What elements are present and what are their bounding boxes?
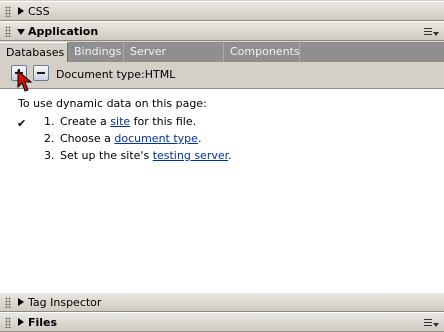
step-item: 1. Create a site for this file.	[44, 115, 197, 128]
grip-icon[interactable]	[5, 6, 11, 17]
collapse-arrow-icon[interactable]	[17, 29, 25, 35]
application-panel-header[interactable]: Application	[0, 21, 444, 41]
tab-components[interactable]: Components	[224, 42, 300, 62]
panel-options-menu-icon[interactable]	[424, 27, 439, 37]
document-type-link[interactable]: document type	[114, 132, 198, 145]
css-panel-header[interactable]: CSS	[0, 1, 444, 21]
files-panel-header[interactable]: Files	[0, 312, 444, 332]
files-panel-title: Files	[28, 316, 58, 329]
tag-inspector-panel-header[interactable]: Tag Inspector	[0, 292, 444, 312]
application-panel-title: Application	[28, 25, 99, 38]
step-item: 3. Set up the site's testing server.	[44, 149, 232, 162]
tag-inspector-panel-title: Tag Inspector	[28, 296, 102, 309]
expand-arrow-icon[interactable]	[18, 7, 24, 15]
tab-databases[interactable]: Databases	[0, 42, 68, 62]
databases-toolbar: Document type:HTML	[0, 62, 444, 88]
mouse-cursor-icon	[17, 70, 33, 92]
panel-options-menu-icon[interactable]	[424, 318, 439, 328]
grip-icon[interactable]	[5, 297, 11, 308]
testing-server-link[interactable]: testing server	[153, 149, 228, 162]
expand-arrow-icon[interactable]	[18, 298, 24, 306]
document-type-label: Document type:HTML	[56, 68, 176, 81]
step-item: 2. Choose a document type.	[44, 132, 202, 145]
checkmark-icon: ✔	[17, 117, 27, 130]
css-panel-title: CSS	[28, 5, 50, 18]
grip-icon[interactable]	[5, 26, 11, 37]
databases-content: To use dynamic data on this page: ✔ 1. Cr…	[0, 88, 444, 292]
tab-server-behaviors[interactable]: Server Behaviors	[124, 42, 224, 78]
expand-arrow-icon[interactable]	[18, 318, 24, 326]
tab-bindings[interactable]: Bindings	[68, 42, 124, 62]
site-link[interactable]: site	[110, 115, 130, 128]
remove-button[interactable]	[33, 65, 49, 81]
minus-icon	[37, 72, 45, 74]
grip-icon[interactable]	[5, 317, 11, 328]
application-tabs: Databases Bindings Server Behaviors Comp…	[0, 42, 444, 78]
instructions-heading: To use dynamic data on this page:	[18, 97, 207, 110]
